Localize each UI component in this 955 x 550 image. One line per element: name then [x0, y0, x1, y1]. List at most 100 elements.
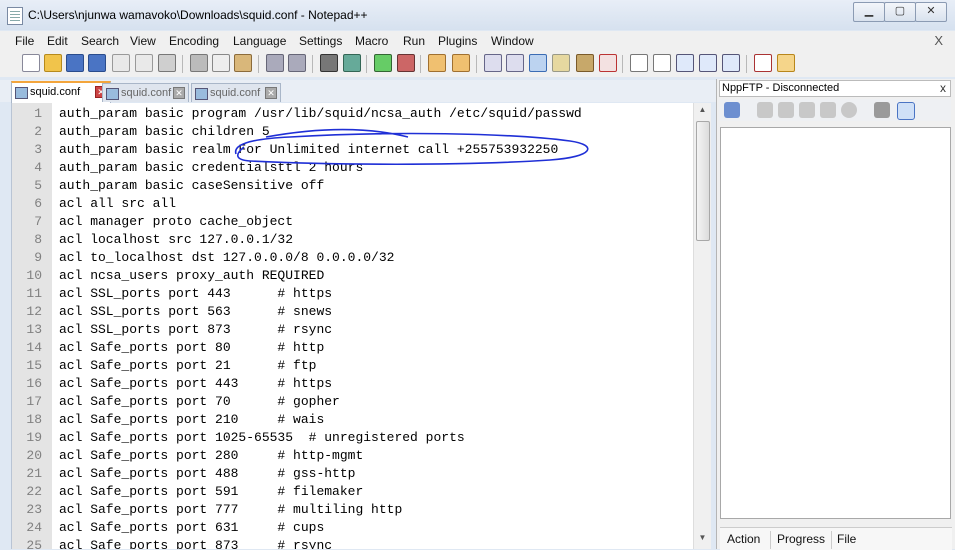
code-line[interactable]: 13 acl SSL_ports port 873 # rsync — [12, 321, 694, 339]
code-line[interactable]: 9 acl to_localhost dst 127.0.0.0/8 0.0.0.… — [12, 249, 694, 267]
indent-guide-icon[interactable] — [529, 54, 547, 72]
save-all-icon[interactable] — [88, 54, 106, 72]
open-file-icon[interactable] — [44, 54, 62, 72]
line-text[interactable]: auth_param basic caseSensitive off — [59, 177, 324, 195]
menu-file[interactable]: File — [15, 34, 34, 48]
nppftp-toggle-icon[interactable] — [777, 54, 795, 72]
line-text[interactable]: acl to_localhost dst 127.0.0.0/8 0.0.0.0… — [59, 249, 394, 267]
line-text[interactable]: acl Safe_ports port 21 # ftp — [59, 357, 316, 375]
vertical-scrollbar[interactable]: ▲ ▼ — [693, 103, 711, 549]
code-line[interactable]: 12 acl SSL_ports port 563 # snews — [12, 303, 694, 321]
code-line[interactable]: 8 acl localhost src 127.0.0.1/32 — [12, 231, 694, 249]
line-text[interactable]: acl Safe_ports port 777 # multiling http — [59, 501, 402, 519]
maximize-button[interactable]: ▢ — [884, 2, 916, 22]
tab-close-icon[interactable]: ✕ — [265, 87, 277, 99]
line-text[interactable]: acl Safe_ports port 280 # http-mgmt — [59, 447, 363, 465]
document-map-icon[interactable] — [576, 54, 594, 72]
redo-icon[interactable] — [288, 54, 306, 72]
column-action[interactable]: Action — [727, 532, 760, 546]
tab-squid-conf-2[interactable]: squid.conf ✕ — [102, 83, 189, 102]
new-file-icon[interactable] — [22, 54, 40, 72]
show-all-characters-icon[interactable] — [506, 54, 524, 72]
refresh-icon[interactable] — [820, 102, 836, 118]
menu-settings[interactable]: Settings — [299, 34, 342, 48]
zoom-out-icon[interactable] — [397, 54, 415, 72]
menu-plugins[interactable]: Plugins — [438, 34, 477, 48]
copy-icon[interactable] — [212, 54, 230, 72]
undo-icon[interactable] — [266, 54, 284, 72]
save-icon[interactable] — [66, 54, 84, 72]
ftp-folder-icon[interactable] — [757, 102, 773, 118]
code-line[interactable]: 24 acl Safe_ports port 631 # cups — [12, 519, 694, 537]
code-line[interactable]: 6 acl all src all — [12, 195, 694, 213]
scroll-up-icon[interactable]: ▲ — [694, 105, 711, 121]
line-text[interactable]: acl all src all — [59, 195, 176, 213]
find-icon[interactable] — [320, 54, 338, 72]
menu-window[interactable]: Window — [491, 34, 534, 48]
line-text[interactable]: acl SSL_ports port 443 # https — [59, 285, 332, 303]
line-text[interactable]: acl Safe_ports port 488 # gss-http — [59, 465, 355, 483]
code-line[interactable]: 23 acl Safe_ports port 777 # multiling ht… — [12, 501, 694, 519]
menu-view[interactable]: View — [130, 34, 156, 48]
cut-icon[interactable] — [190, 54, 208, 72]
replace-icon[interactable] — [343, 54, 361, 72]
menu-search[interactable]: Search — [81, 34, 119, 48]
menu-run[interactable]: Run — [403, 34, 425, 48]
code-line[interactable]: 11 acl SSL_ports port 443 # https — [12, 285, 694, 303]
print-icon[interactable] — [158, 54, 176, 72]
code-line[interactable]: 19 acl Safe_ports port 1025-65535 # unreg… — [12, 429, 694, 447]
play-macro-icon[interactable] — [676, 54, 694, 72]
download-icon[interactable] — [778, 102, 794, 118]
scroll-down-icon[interactable]: ▼ — [694, 533, 711, 549]
zoom-in-icon[interactable] — [374, 54, 392, 72]
close-all-icon[interactable] — [135, 54, 153, 72]
code-line[interactable]: 18 acl Safe_ports port 210 # wais — [12, 411, 694, 429]
code-line[interactable]: 16 acl Safe_ports port 443 # https — [12, 375, 694, 393]
code-line[interactable]: 22 acl Safe_ports port 591 # filemaker — [12, 483, 694, 501]
stop-macro-icon[interactable] — [653, 54, 671, 72]
column-progress[interactable]: Progress — [777, 532, 825, 546]
menu-edit[interactable]: Edit — [47, 34, 68, 48]
line-text[interactable]: acl Safe_ports port 1025-65535 # unregis… — [59, 429, 465, 447]
minimize-button[interactable]: ▁ — [853, 2, 885, 22]
code-line[interactable]: 1 auth_param basic program /usr/lib/squid… — [12, 105, 694, 123]
line-text[interactable]: acl ncsa_users proxy_auth REQUIRED — [59, 267, 324, 285]
line-text[interactable]: acl SSL_ports port 563 # snews — [59, 303, 332, 321]
column-file[interactable]: File — [837, 532, 856, 546]
code-line[interactable]: 25 acl Safe_ports port 873 # rsync — [12, 537, 694, 549]
code-line[interactable]: 20 acl Safe_ports port 280 # http-mgmt — [12, 447, 694, 465]
line-text[interactable]: acl Safe_ports port 631 # cups — [59, 519, 324, 537]
tab-close-icon[interactable]: ✕ — [173, 87, 185, 99]
code-line[interactable]: 17 acl Safe_ports port 70 # gopher — [12, 393, 694, 411]
connect-icon[interactable] — [724, 102, 740, 118]
close-file-icon[interactable] — [112, 54, 130, 72]
close-document-button[interactable]: X — [934, 33, 943, 48]
record-macro-icon[interactable] — [630, 54, 648, 72]
line-text[interactable]: auth_param basic program /usr/lib/squid/… — [59, 105, 582, 123]
menu-encoding[interactable]: Encoding — [169, 34, 219, 48]
panel-close-button[interactable]: x — [940, 81, 946, 96]
scroll-thumb[interactable] — [696, 121, 710, 241]
sync-vertical-icon[interactable] — [428, 54, 446, 72]
line-text[interactable]: acl Safe_ports port 70 # gopher — [59, 393, 340, 411]
run-macro-multiple-icon[interactable] — [699, 54, 717, 72]
paste-icon[interactable] — [234, 54, 252, 72]
menu-language[interactable]: Language — [233, 34, 286, 48]
language-icon[interactable] — [552, 54, 570, 72]
line-text[interactable]: acl Safe_ports port 591 # filemaker — [59, 483, 363, 501]
close-window-button[interactable]: ✕ — [915, 2, 947, 22]
code-line[interactable]: 5 auth_param basic caseSensitive off — [12, 177, 694, 195]
abort-icon[interactable] — [841, 102, 857, 118]
message-window-icon[interactable] — [897, 102, 915, 120]
tab-squid-conf-3[interactable]: squid.conf ✕ — [191, 83, 281, 102]
line-text[interactable]: acl Safe_ports port 443 # https — [59, 375, 332, 393]
line-text[interactable]: acl Safe_ports port 873 # rsync — [59, 537, 332, 549]
word-wrap-icon[interactable] — [484, 54, 502, 72]
code-line[interactable]: 14 acl Safe_ports port 80 # http — [12, 339, 694, 357]
code-line[interactable]: 21 acl Safe_ports port 488 # gss-http — [12, 465, 694, 483]
line-text[interactable]: acl localhost src 127.0.0.1/32 — [59, 231, 293, 249]
tab-squid-conf-1[interactable]: squid.conf ✕ — [11, 81, 111, 104]
sync-horizontal-icon[interactable] — [452, 54, 470, 72]
code-line[interactable]: 15 acl Safe_ports port 21 # ftp — [12, 357, 694, 375]
line-text[interactable]: acl Safe_ports port 80 # http — [59, 339, 324, 357]
